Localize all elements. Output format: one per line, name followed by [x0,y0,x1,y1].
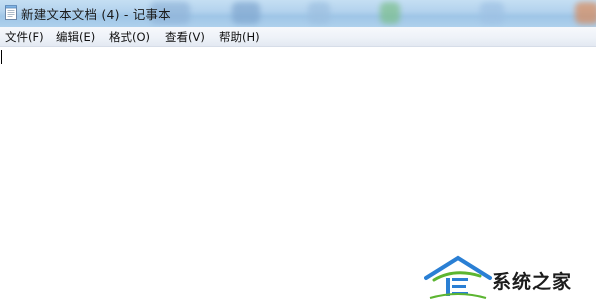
text-caret [1,50,2,64]
menu-help[interactable]: 帮助(H) [218,29,261,45]
menu-view[interactable]: 查看(V) [164,29,206,45]
title-bar[interactable]: 新建文本文档 (4) - 记事本 [0,0,596,27]
watermark: 系统之家 [424,254,594,304]
menu-bar: 文件(F) 编辑(E) 格式(O) 查看(V) 帮助(H) [0,27,596,47]
menu-file[interactable]: 文件(F) [4,29,45,45]
menu-format[interactable]: 格式(O) [108,29,151,45]
notepad-icon [5,5,17,20]
menu-edit[interactable]: 编辑(E) [55,29,96,45]
watermark-text: 系统之家 [492,271,573,293]
house-logo-icon [424,255,492,299]
window-title: 新建文本文档 (4) - 记事本 [21,7,171,22]
